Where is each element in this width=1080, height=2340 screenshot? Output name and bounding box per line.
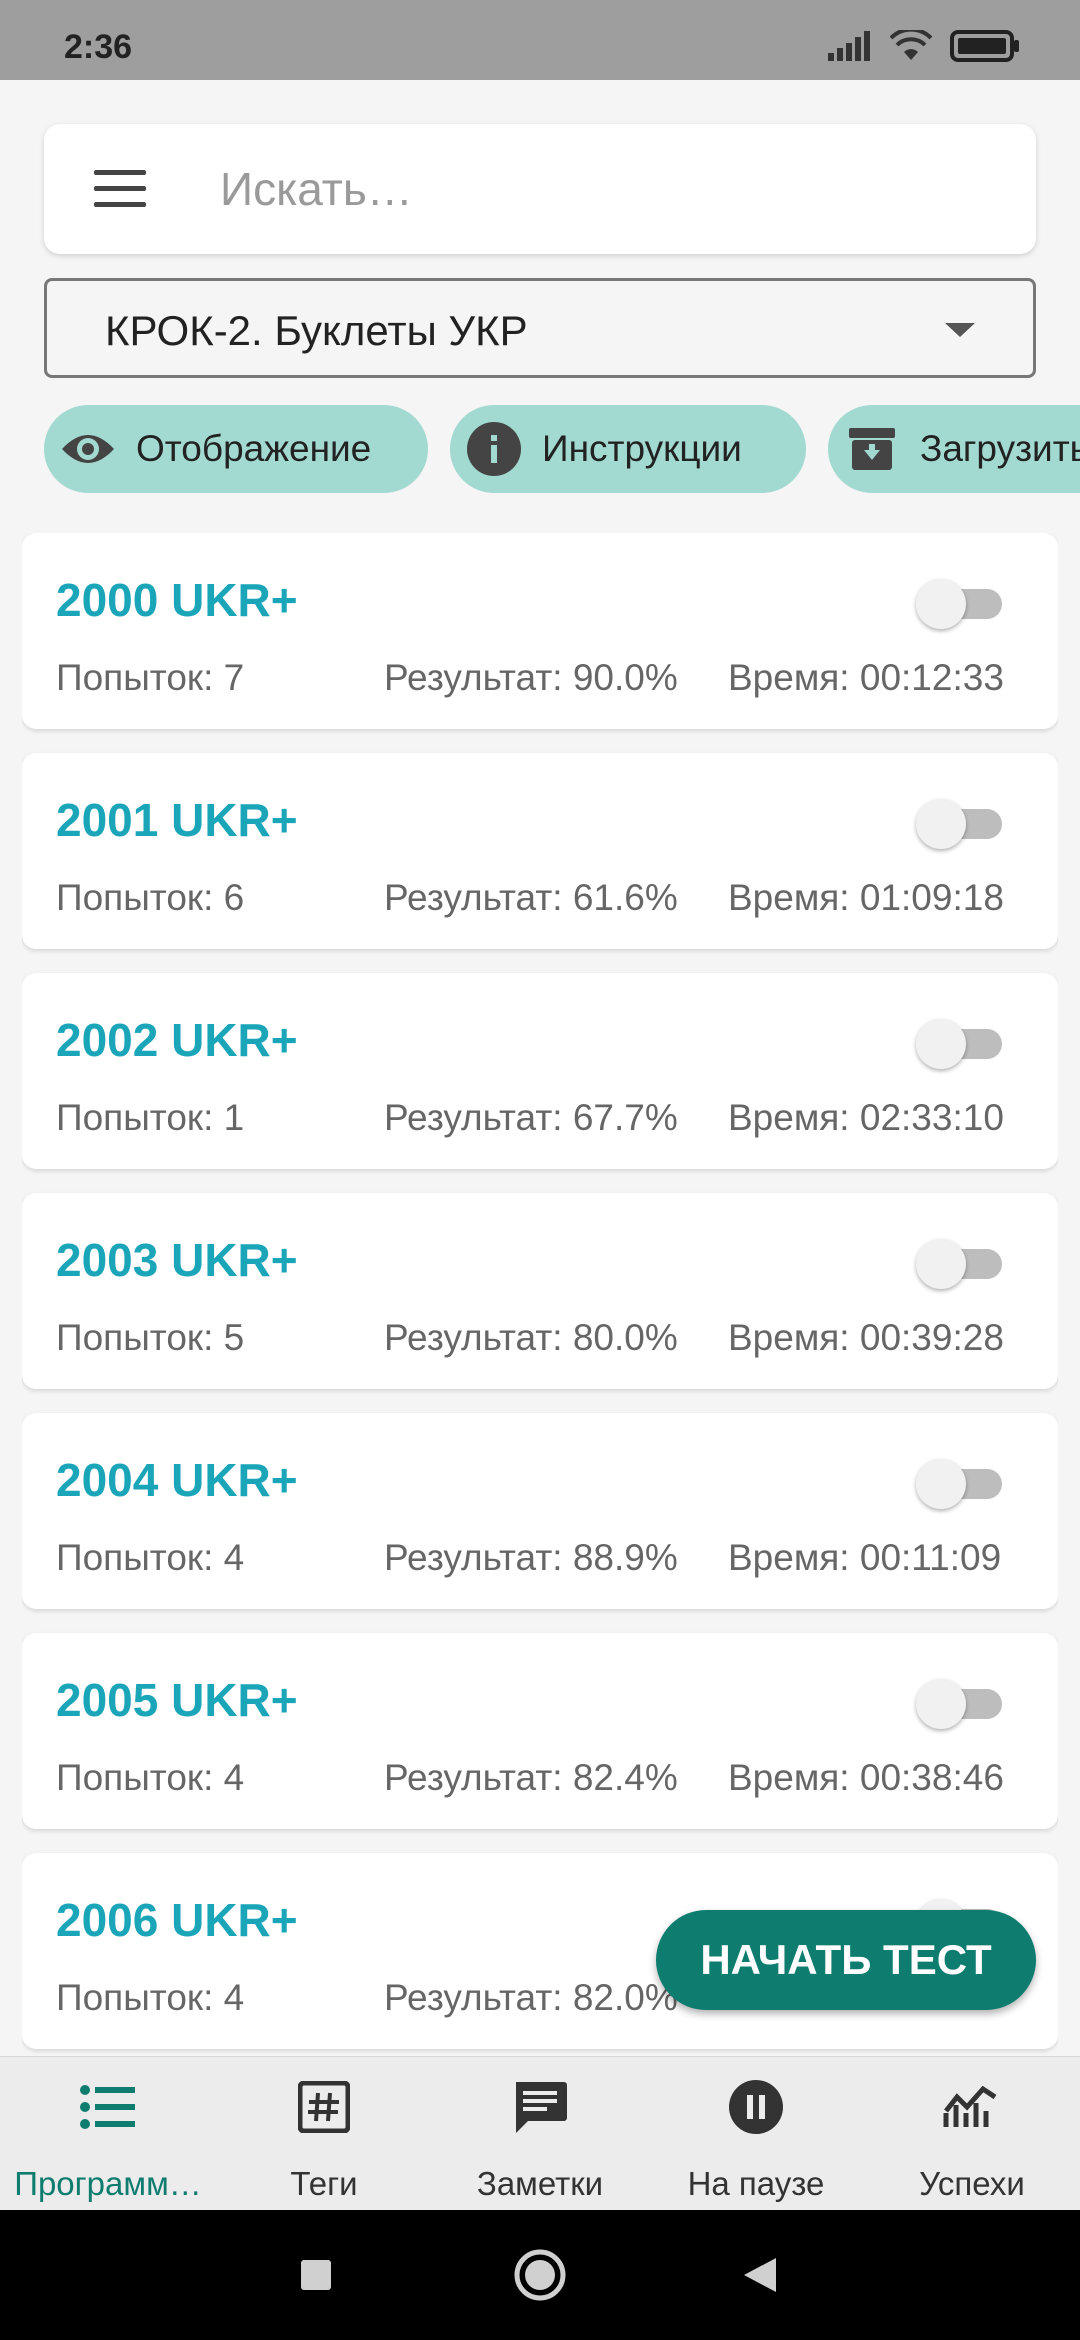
program-select[interactable]: КРОК-2. Буклеты УКР [44, 278, 1036, 378]
chip-row: Отображение Инструкции Загрузить [0, 405, 1080, 495]
item-title: 2000 UKR+ [56, 574, 298, 626]
item-result: Результат: 90.0% [384, 657, 678, 698]
item-title: 2004 UKR+ [56, 1454, 298, 1506]
search-input[interactable] [220, 152, 1000, 226]
nav-label: Программ… [14, 2165, 202, 2202]
status-icons [828, 30, 1020, 62]
nav-progress[interactable]: Успехи [864, 2057, 1080, 2211]
item-attempts: Попыток: 6 [56, 877, 245, 918]
item-time: Время: 02:33:10 [728, 1097, 1004, 1138]
item-result: Результат: 80.0% [384, 1317, 678, 1358]
list-item[interactable]: 2001 UKR+ Попыток: 6 Результат: 61.6% Вр… [22, 753, 1058, 949]
item-attempts: Попыток: 1 [56, 1097, 245, 1138]
back-button[interactable] [700, 2210, 820, 2340]
item-time: Время: 00:11:09 [728, 1537, 1002, 1578]
item-time: Время: 00:39:28 [728, 1317, 1004, 1358]
chip-download[interactable]: Загрузить [828, 405, 1080, 493]
item-result: Результат: 82.0% [384, 1977, 678, 2018]
chip-display[interactable]: Отображение [44, 405, 428, 493]
item-toggle[interactable] [916, 1455, 1006, 1511]
recents-button[interactable] [256, 2210, 376, 2340]
item-result: Результат: 82.4% [384, 1757, 678, 1798]
item-result: Результат: 88.9% [384, 1537, 678, 1578]
nav-tags[interactable]: Теги [216, 2057, 432, 2211]
nav-paused[interactable]: На паузе [648, 2057, 864, 2211]
nav-label: На паузе [687, 2165, 825, 2202]
status-bar: 2:36 [0, 0, 1080, 80]
comment-icon [510, 2077, 570, 2137]
pause-icon [726, 2077, 786, 2137]
list-item[interactable]: 2005 UKR+ Попыток: 4 Результат: 82.4% Вр… [22, 1633, 1058, 1829]
circle-icon [514, 2249, 566, 2301]
nav-notes[interactable]: Заметки [432, 2057, 648, 2211]
bottom-nav: Программ… Теги Заметки На паузе Успехи [0, 2056, 1080, 2210]
chart-icon [942, 2077, 1002, 2137]
item-title: 2006 UKR+ [56, 1894, 298, 1946]
item-title: 2001 UKR+ [56, 794, 298, 846]
list-item[interactable]: 2004 UKR+ Попыток: 4 Результат: 88.9% Вр… [22, 1413, 1058, 1609]
item-attempts: Попыток: 5 [56, 1317, 245, 1358]
chip-label: Инструкции [542, 428, 742, 469]
chip-instructions[interactable]: Инструкции [450, 405, 806, 493]
item-result: Результат: 67.7% [384, 1097, 678, 1138]
program-select-value: КРОК-2. Буклеты УКР [105, 307, 528, 354]
program-list: 2000 UKR+ Попыток: 7 Результат: 90.0% Вр… [22, 533, 1058, 2055]
item-attempts: Попыток: 4 [56, 1757, 245, 1798]
dropdown-arrow-icon [945, 323, 975, 337]
nav-label: Успехи [919, 2165, 1025, 2202]
list-icon [78, 2077, 138, 2137]
info-icon [466, 421, 522, 477]
item-toggle[interactable] [916, 1675, 1006, 1731]
list-item[interactable]: 2000 UKR+ Попыток: 7 Результат: 90.0% Вр… [22, 533, 1058, 729]
battery-icon [950, 30, 1019, 62]
chip-label: Отображение [136, 428, 372, 469]
item-title: 2003 UKR+ [56, 1234, 298, 1286]
list-item[interactable]: 2002 UKR+ Попыток: 1 Результат: 67.7% Вр… [22, 973, 1058, 1169]
signal-icon [828, 31, 870, 61]
home-button[interactable] [480, 2210, 600, 2340]
back-triangle-icon [744, 2258, 776, 2292]
item-time: Время: 00:12:33 [728, 657, 1004, 698]
menu-icon[interactable] [94, 170, 146, 208]
item-title: 2005 UKR+ [56, 1674, 298, 1726]
chip-label: Загрузить [920, 428, 1080, 469]
start-test-button[interactable]: НАЧАТЬ ТЕСТ [656, 1910, 1036, 2010]
nav-programs[interactable]: Программ… [0, 2057, 216, 2211]
nav-label: Заметки [476, 2165, 604, 2202]
status-time: 2:36 [64, 28, 133, 66]
item-time: Время: 01:09:18 [728, 877, 1004, 918]
wifi-icon [890, 30, 932, 60]
system-nav-bar [0, 2210, 1080, 2340]
item-title: 2002 UKR+ [56, 1014, 298, 1066]
search-bar [44, 124, 1036, 254]
archive-download-icon [844, 421, 900, 477]
item-attempts: Попыток: 4 [56, 1537, 245, 1578]
item-toggle[interactable] [916, 575, 1006, 631]
item-toggle[interactable] [916, 1015, 1006, 1071]
hashtag-icon [294, 2077, 354, 2137]
eye-icon [60, 421, 116, 477]
item-toggle[interactable] [916, 1235, 1006, 1291]
square-icon [301, 2260, 331, 2290]
item-result: Результат: 61.6% [384, 877, 678, 918]
item-attempts: Попыток: 7 [56, 657, 245, 698]
nav-label: Теги [290, 2165, 358, 2202]
list-item[interactable]: 2003 UKR+ Попыток: 5 Результат: 80.0% Вр… [22, 1193, 1058, 1389]
item-time: Время: 00:38:46 [728, 1757, 1004, 1798]
item-attempts: Попыток: 4 [56, 1977, 245, 2018]
item-toggle[interactable] [916, 795, 1006, 851]
